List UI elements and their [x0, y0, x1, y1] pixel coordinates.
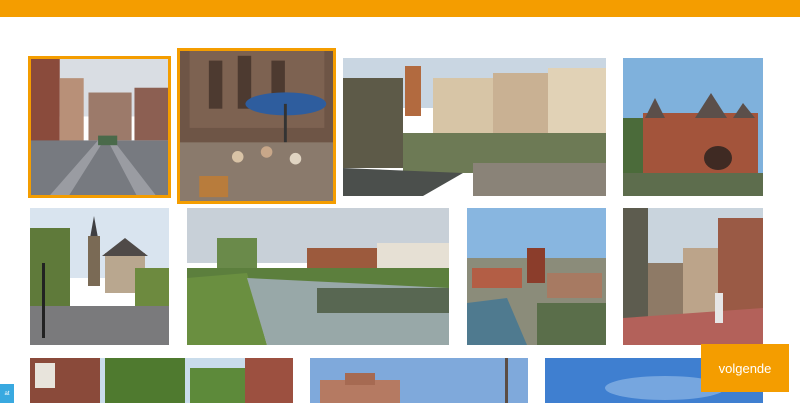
brick-building-tile[interactable]: [310, 358, 528, 403]
chat-tab-label: at: [4, 390, 10, 397]
shopping-street-tile[interactable]: [623, 208, 763, 345]
brick-houses-tile[interactable]: [30, 358, 293, 403]
brick-building-image: [310, 358, 528, 403]
aerial-town-tile[interactable]: [467, 208, 606, 345]
tram-street-image: [31, 59, 168, 195]
shopping-street-image: [623, 208, 763, 345]
tram-street-tile[interactable]: [28, 56, 171, 198]
cathedral-terrace-tile[interactable]: [177, 48, 336, 204]
aerial-town-image: [467, 208, 606, 345]
rural-canal-tile[interactable]: [187, 208, 449, 345]
castle-gate-tile[interactable]: [623, 58, 763, 196]
rural-canal-image: [187, 208, 449, 345]
brick-houses-image: [30, 358, 293, 403]
cathedral-terrace-image: [180, 51, 333, 201]
next-button[interactable]: volgende: [701, 344, 789, 392]
village-church-tile[interactable]: [30, 208, 169, 345]
canal-wharf-tile[interactable]: [343, 58, 606, 196]
village-church-image: [30, 208, 169, 345]
top-accent-bar: [0, 0, 800, 17]
canal-wharf-image: [343, 58, 606, 196]
castle-gate-image: [623, 58, 763, 196]
chat-tab[interactable]: at: [0, 384, 14, 403]
